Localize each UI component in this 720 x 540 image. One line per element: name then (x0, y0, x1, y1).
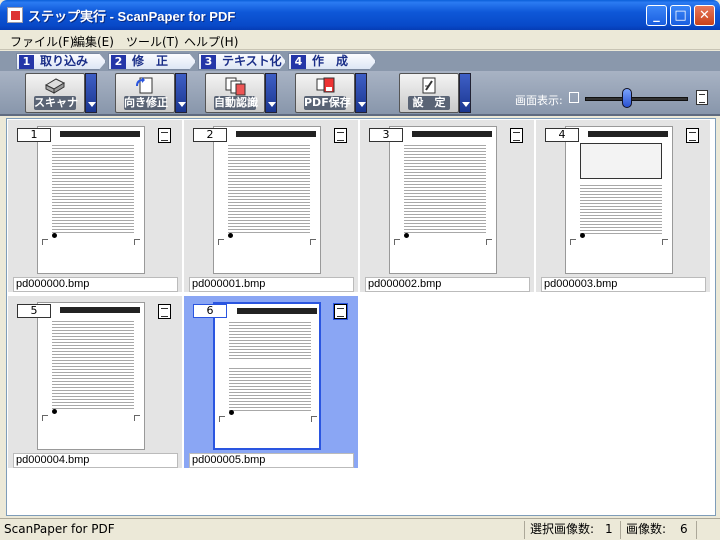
zoom-label: 画面表示: (515, 94, 563, 107)
status-selected-count: 1 (605, 522, 613, 536)
step-tab-correct[interactable]: 2 修 正 (108, 53, 196, 70)
step-label: 作 成 (312, 54, 349, 68)
settings-label: 設 定 (408, 96, 450, 110)
scanner-label: スキャナ (34, 96, 78, 110)
copy-icon[interactable] (330, 125, 347, 143)
copy-icon[interactable] (154, 301, 171, 319)
step-tab-import[interactable]: 1 取り込み (16, 53, 106, 70)
file-name-label: pd000001.bmp (189, 277, 354, 292)
menu-edit[interactable]: 編集(E) (73, 33, 114, 50)
orientation-dropdown-button[interactable] (175, 73, 187, 113)
page-number-badge: 6 (193, 304, 227, 318)
page-thumbnail[interactable] (565, 126, 673, 274)
thumbnail-cell[interactable]: 5 pd000004.bmp (8, 296, 182, 468)
thumbnail-cell-selected[interactable]: 6 pd000005.bmp (184, 296, 358, 468)
menu-file[interactable]: ファイル(F) (10, 33, 74, 50)
step-label: 取り込み (40, 54, 89, 68)
scanner-button[interactable]: スキャナ (25, 73, 85, 113)
file-name-label: pd000003.bmp (541, 277, 706, 292)
minimize-button[interactable]: _ (646, 5, 667, 26)
file-name-label: pd000002.bmp (365, 277, 530, 292)
file-name-label: pd000004.bmp (13, 453, 178, 468)
thumbnail-cell[interactable]: 1 pd000000.bmp (8, 120, 182, 292)
step-number: 2 (111, 55, 126, 69)
thumbnail-cell[interactable]: 2 pd000001.bmp (184, 120, 358, 292)
page-thumbnail[interactable] (213, 126, 321, 274)
status-total-label: 画像数: (626, 522, 667, 536)
step-number: 3 (201, 55, 216, 69)
status-bar: ScanPaper for PDF 選択画像数: 1 画像数: 6 (0, 518, 720, 540)
page-thumbnail[interactable] (389, 126, 497, 274)
zoom-slider[interactable] (585, 97, 688, 101)
scanner-dropdown-button[interactable] (85, 73, 97, 113)
app-icon (7, 7, 23, 23)
auto-recognition-button[interactable]: 自動認識 (205, 73, 265, 113)
page-number-badge: 1 (17, 128, 51, 142)
auto-recognition-label: 自動認識 (214, 96, 258, 110)
title-bar: ステップ実行 - ScanPaper for PDF _ □ ✕ (0, 0, 720, 30)
settings-icon (422, 77, 436, 94)
copy-icon[interactable] (154, 125, 171, 143)
orientation-button[interactable]: 向き修正 (115, 73, 175, 113)
page-number-badge: 5 (17, 304, 51, 318)
pdf-save-icon (316, 77, 335, 93)
status-selected-label: 選択画像数: (530, 522, 595, 536)
pdf-save-label: PDF保存 (304, 96, 351, 110)
copy-icon[interactable] (506, 125, 523, 143)
orientation-label: 向き修正 (124, 96, 168, 110)
large-thumbnail-icon (696, 90, 708, 105)
step-tab-create[interactable]: 4 作 成 (288, 53, 376, 70)
step-number: 1 (19, 55, 34, 69)
page-number-badge: 4 (545, 128, 579, 142)
file-name-label: pd000005.bmp (189, 453, 354, 468)
step-label: 修 正 (132, 54, 169, 68)
page-number-badge: 3 (369, 128, 403, 142)
scanner-icon (44, 78, 66, 94)
page-thumbnail[interactable] (213, 302, 321, 450)
file-name-label: pd000000.bmp (13, 277, 178, 292)
zoom-slider-handle[interactable] (622, 88, 633, 108)
pdf-save-button[interactable]: PDF保存 (295, 73, 355, 113)
rotate-page-icon (136, 77, 153, 94)
menu-tools[interactable]: ツール(T) (126, 33, 179, 50)
pdf-save-dropdown-button[interactable] (355, 73, 367, 113)
step-number: 4 (291, 55, 306, 69)
thumbnail-cell[interactable]: 4 pd000003.bmp (536, 120, 710, 292)
page-number-badge: 2 (193, 128, 227, 142)
small-thumbnail-icon (569, 92, 579, 103)
settings-dropdown-button[interactable] (459, 73, 471, 113)
copy-icon[interactable] (682, 125, 699, 143)
copy-icon[interactable] (330, 301, 347, 319)
auto-recognition-dropdown-button[interactable] (265, 73, 277, 113)
step-tab-text[interactable]: 3 テキスト化 (198, 53, 286, 70)
thumbnail-area[interactable]: 1 pd000000.bmp 2 pd000001.bmp 3 pd000002… (6, 118, 716, 516)
settings-button[interactable]: 設 定 (399, 73, 459, 113)
text-pages-icon (225, 77, 246, 96)
thumbnail-cell[interactable]: 3 pd000002.bmp (360, 120, 534, 292)
window-title: ステップ実行 - ScanPaper for PDF (28, 9, 236, 24)
step-label: テキスト化 (222, 54, 282, 68)
step-tabs: 1 取り込み 2 修 正 3 テキスト化 4 作 成 (0, 51, 720, 71)
status-total-count: 6 (680, 522, 688, 536)
menu-help[interactable]: ヘルプ(H) (184, 33, 238, 50)
close-button[interactable]: ✕ (694, 5, 715, 26)
status-app-name: ScanPaper for PDF (4, 522, 115, 536)
maximize-button[interactable]: □ (670, 5, 691, 26)
menu-bar: ファイル(F) 編集(E) ツール(T) ヘルプ(H) (0, 30, 720, 50)
page-thumbnail[interactable] (37, 302, 145, 450)
page-thumbnail[interactable] (37, 126, 145, 274)
